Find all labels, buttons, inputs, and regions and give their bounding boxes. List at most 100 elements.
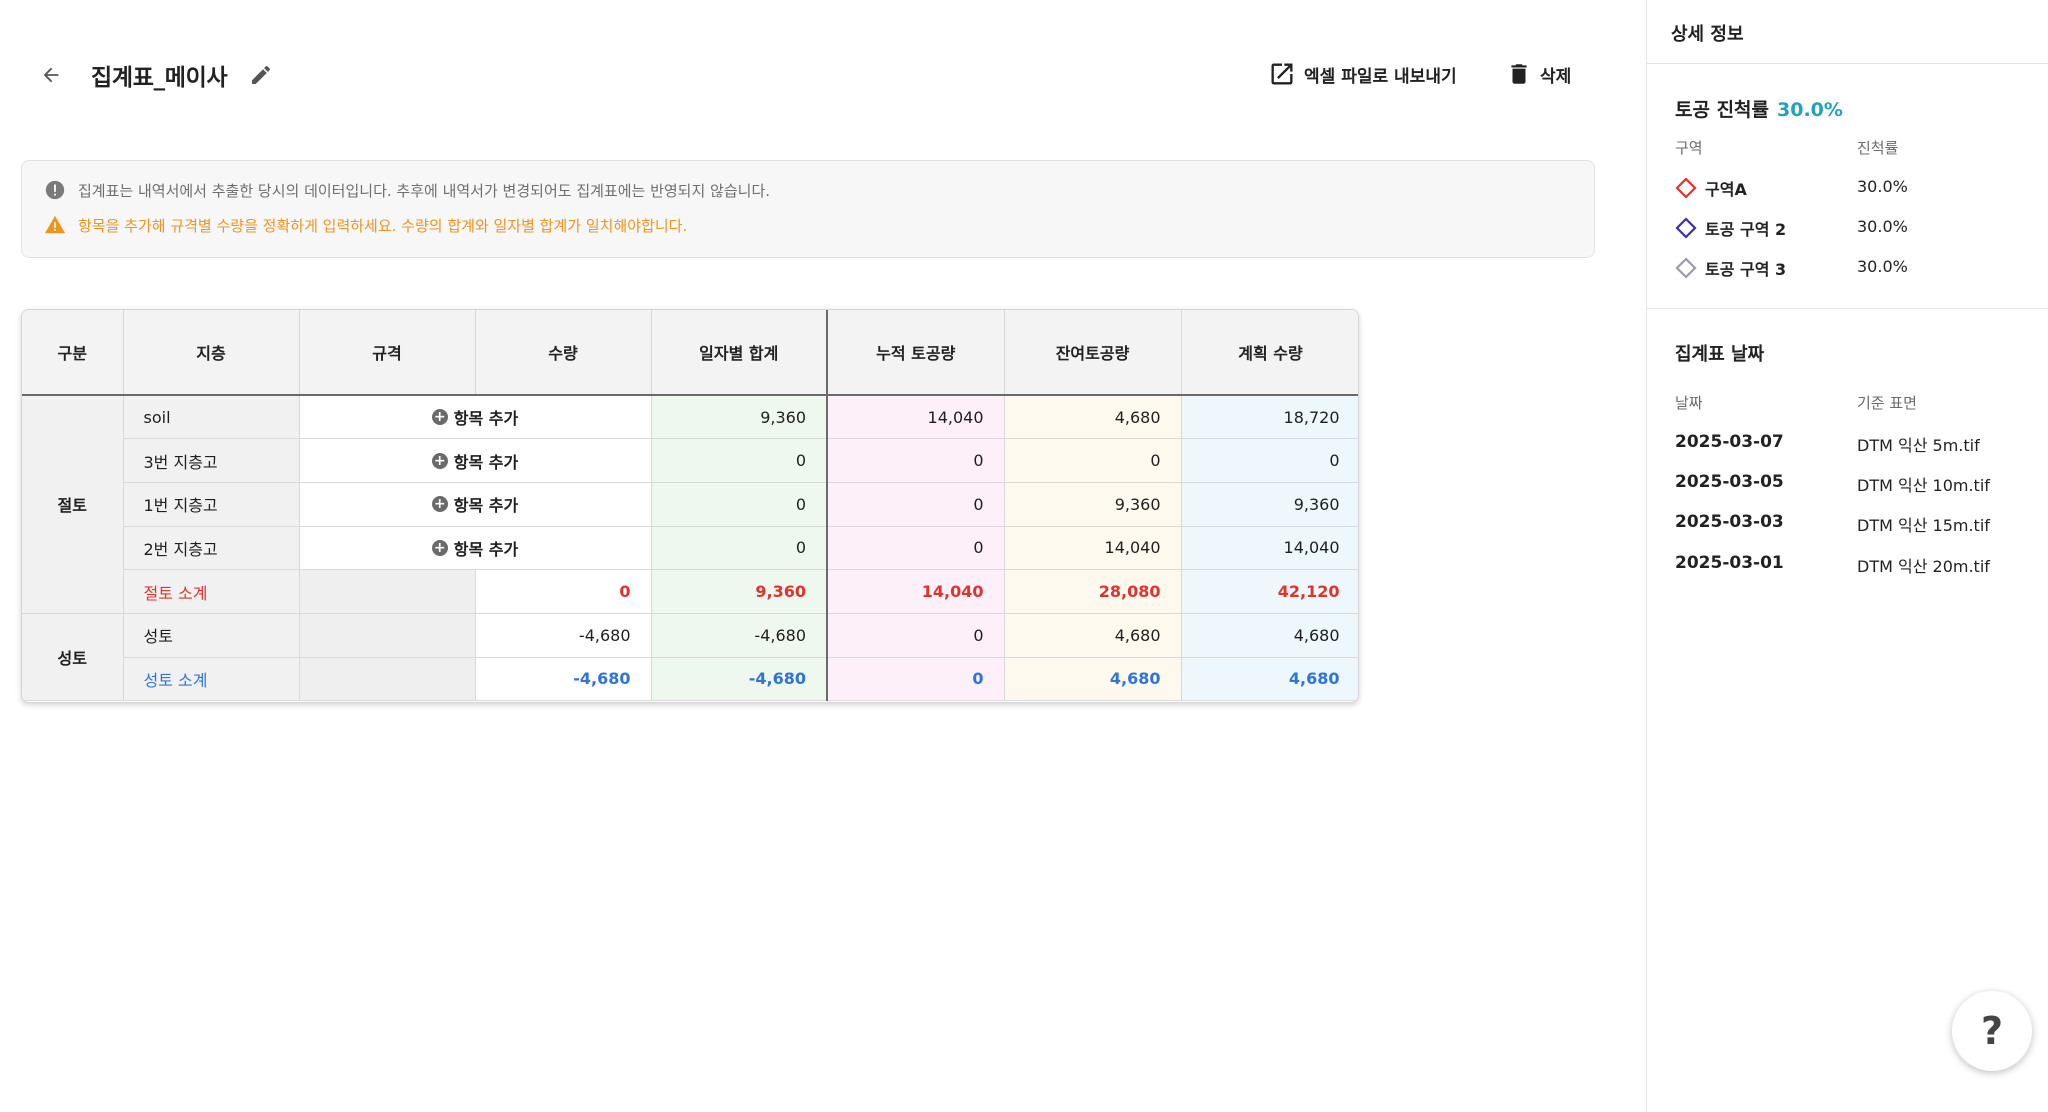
daily-cell: 9,360 [651,569,828,614]
info-notice: 집계표는 내역서에서 추출한 당시의 데이터입니다. 추후에 내역서가 변경되어… [44,179,770,201]
header-remaining: 잔여토공량 [1004,310,1182,396]
table-row: 3번 지층고 + 항목 추가 0 0 0 0 [22,438,1358,483]
header-daily-total: 일자별 합계 [651,310,828,396]
cut-subtotal-row: 절토 소계 0 9,360 14,040 28,080 42,120 [22,569,1358,614]
add-item-cell: + 항목 추가 [299,526,652,571]
header-cumulative: 누적 토공량 [826,310,1005,396]
date-item[interactable]: 2025-03-03 [1675,512,1784,532]
remaining-cell: 4,680 [1004,657,1182,702]
surface-item: DTM 익산 10m.tif [1857,476,1990,495]
cumulative-cell: 0 [826,613,1005,658]
add-item-cell: + 항목 추가 [299,438,652,483]
surface-column-header: 기준 표면 [1857,394,1917,412]
zone-rate: 30.0% [1857,217,1908,236]
plan-cell: 18,720 [1181,395,1358,440]
header-plan: 계획 수량 [1181,310,1358,396]
dates-heading: 집계표 날짜 [1675,344,1765,365]
arrow-left-icon [43,67,59,83]
divider [1647,63,2048,64]
rate-column-header: 진척률 [1857,139,1899,157]
table-row: 성토 성토 -4,680 -4,680 0 4,680 4,680 [22,613,1358,702]
progress-heading: 토공 진척률 30.0% [1675,99,1843,121]
diamond-icon [1675,257,1697,279]
qty-cell: -4,680 [475,657,652,702]
add-item-cell: + 항목 추가 [299,482,652,527]
plan-cell: 4,680 [1181,657,1358,702]
zone-item[interactable]: 토공 구역 3 [1675,256,1786,280]
external-link-icon [1271,63,1293,85]
spec-empty-cell [299,613,476,658]
table-row: 1번 지층고 + 항목 추가 0 0 9,360 9,360 [22,482,1358,527]
remaining-cell: 4,680 [1004,613,1182,658]
detail-sidebar: 상세 정보 토공 진척률 30.0% 구역 진척률 구역A 30.0% 토공 구역… [1646,0,2048,1112]
plus-circle-icon: + [431,409,448,426]
fill-subtotal-row: 성토 소계 -4,680 -4,680 0 4,680 4,680 [22,657,1358,702]
plan-cell: 4,680 [1181,613,1358,658]
plan-cell: 0 [1181,438,1358,483]
plan-cell: 9,360 [1181,482,1358,527]
spec-empty-cell [299,569,476,614]
notice-box: 집계표는 내역서에서 추출한 당시의 데이터입니다. 추후에 내역서가 변경되어… [21,160,1595,258]
add-item-button[interactable]: + 항목 추가 [431,405,518,429]
info-icon [45,180,65,200]
qty-cell: 0 [475,569,652,614]
qty-cell: -4,680 [475,613,652,658]
cumulative-cell: 14,040 [826,395,1005,440]
daily-cell: 0 [651,438,828,483]
header-spec: 규격 [299,310,476,396]
edit-title-button[interactable] [246,60,276,90]
back-button[interactable] [36,60,66,90]
warning-notice: 항목을 추가해 규격별 수량을 정확하게 입력하세요. 수량의 합계와 일자별 … [44,214,687,236]
header-gubun: 구분 [22,310,124,396]
daily-cell: -4,680 [651,657,828,702]
remaining-cell: 9,360 [1004,482,1182,527]
plan-cell: 42,120 [1181,569,1358,614]
progress-value: 30.0% [1777,99,1843,121]
layer-cell: 1번 지층고 [123,482,300,527]
date-item[interactable]: 2025-03-05 [1675,472,1784,492]
summary-table: 구분 지층 규격 수량 일자별 합계 누적 토공량 잔여토공량 계획 수량 절토… [21,309,1359,703]
table-row: 2번 지층고 + 항목 추가 0 0 14,040 14,040 [22,526,1358,571]
layer-cell: 2번 지층고 [123,526,300,571]
cumulative-cell: 0 [826,526,1005,571]
remaining-cell: 4,680 [1004,395,1182,440]
date-item[interactable]: 2025-03-07 [1675,432,1784,452]
main-area: 집계표_메이사 엑셀 파일로 내보내기 삭제 집계표는 내역서에서 추출한 당시… [0,0,1646,1112]
info-text: 집계표는 내역서에서 추출한 당시의 데이터입니다. 추후에 내역서가 변경되어… [78,181,771,200]
date-column-header: 날짜 [1675,394,1703,412]
zone-rate: 30.0% [1857,177,1908,196]
daily-cell: 9,360 [651,395,828,440]
group-cut: 절토 [22,395,124,614]
export-excel-button[interactable]: 엑셀 파일로 내보내기 [1268,56,1457,92]
remaining-cell: 0 [1004,438,1182,483]
cumulative-cell: 0 [826,438,1005,483]
zone-item[interactable]: 토공 구역 2 [1675,216,1786,240]
cumulative-cell: 14,040 [826,569,1005,614]
surface-item: DTM 익산 15m.tif [1857,516,1990,535]
diamond-icon [1675,177,1697,199]
add-item-button[interactable]: + 항목 추가 [431,449,518,473]
subtotal-label: 성토 소계 [123,657,300,702]
cumulative-cell: 0 [826,657,1005,702]
surface-item: DTM 익산 20m.tif [1857,557,1990,576]
add-item-button[interactable]: + 항목 추가 [431,536,518,560]
plus-circle-icon: + [431,539,448,556]
table-row: 절토 soil + 항목 추가 9,360 14,040 4,680 18,720 [22,395,1358,614]
export-label: 엑셀 파일로 내보내기 [1304,66,1457,87]
warning-icon [44,215,66,234]
zone-column-header: 구역 [1675,139,1703,157]
zone-item[interactable]: 구역A [1675,176,1747,200]
pencil-icon [252,65,270,84]
spec-empty-cell [299,657,476,702]
date-item[interactable]: 2025-03-01 [1675,553,1784,573]
plus-circle-icon: + [431,452,448,469]
help-button[interactable]: ? [1952,991,2032,1071]
remaining-cell: 14,040 [1004,526,1182,571]
add-item-cell: + 항목 추가 [299,395,652,440]
cumulative-cell: 0 [826,482,1005,527]
add-item-button[interactable]: + 항목 추가 [431,492,518,516]
daily-cell: -4,680 [651,613,828,658]
layer-cell: 3번 지층고 [123,438,300,483]
delete-button[interactable]: 삭제 [1506,56,1571,92]
layer-cell: 성토 [123,613,300,658]
